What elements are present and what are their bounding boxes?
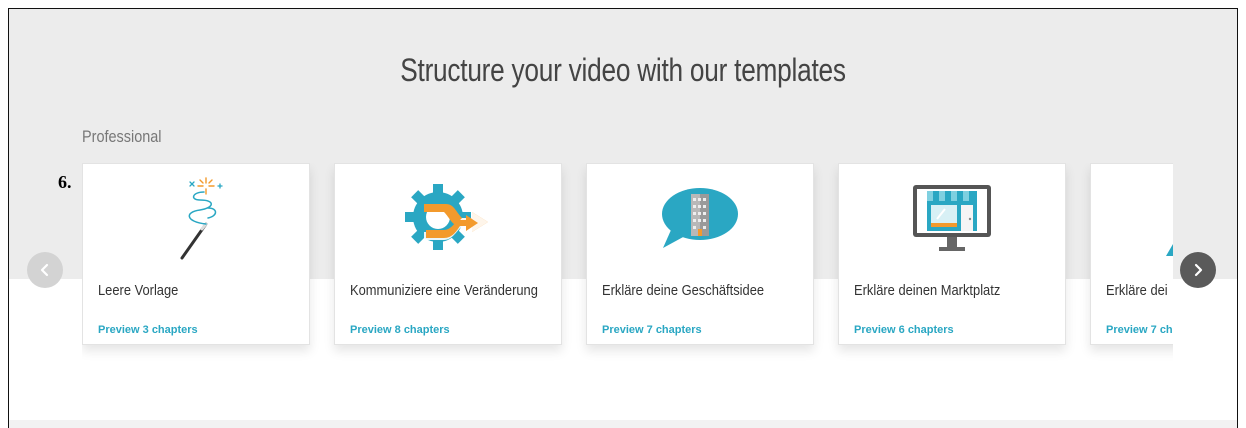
card-thumbnail bbox=[839, 164, 1065, 270]
gear-arrows-icon bbox=[405, 184, 488, 250]
card-thumbnail bbox=[335, 164, 561, 270]
preview-chapters-link[interactable]: Preview 7 ch bbox=[1106, 324, 1173, 336]
category-label: Professional bbox=[82, 127, 162, 146]
template-name: Kommuniziere eine Veränderung bbox=[350, 282, 538, 299]
magic-wand-icon bbox=[180, 177, 223, 260]
partial-icon bbox=[1166, 244, 1173, 256]
template-card-partial[interactable]: Erkläre dei Preview 7 ch bbox=[1090, 163, 1173, 345]
card-thumbnail bbox=[587, 164, 813, 270]
preview-chapters-link[interactable]: Preview 6 chapters bbox=[854, 324, 954, 336]
template-name: Erkläre deine Geschäftsidee bbox=[602, 282, 765, 299]
template-card-veraenderung[interactable]: Kommuniziere eine Veränderung Preview 8 … bbox=[334, 163, 562, 345]
template-card-marktplatz[interactable]: Erkläre deinen Marktplatz Preview 6 chap… bbox=[838, 163, 1066, 345]
template-name: Erkläre deinen Marktplatz bbox=[854, 282, 1001, 299]
template-name: Leere Vorlage bbox=[98, 282, 179, 299]
carousel-prev-button[interactable] bbox=[27, 252, 63, 288]
section-title: Structure your video with our templates bbox=[400, 52, 846, 88]
bottom-strip bbox=[9, 420, 1237, 428]
chevron-right-icon bbox=[1194, 263, 1203, 277]
preview-chapters-link[interactable]: Preview 3 chapters bbox=[98, 324, 198, 336]
template-card-geschaeftsidee[interactable]: Erkläre deine Geschäftsidee Preview 7 ch… bbox=[586, 163, 814, 345]
template-carousel: Leere Vorlage Preview 3 chapters Kommuni… bbox=[82, 163, 1173, 363]
template-card-leere-vorlage[interactable]: Leere Vorlage Preview 3 chapters bbox=[82, 163, 310, 345]
preview-chapters-link[interactable]: Preview 8 chapters bbox=[350, 324, 450, 336]
step-marker: 6. bbox=[58, 172, 72, 192]
carousel-next-button[interactable] bbox=[1180, 252, 1216, 288]
card-thumbnail bbox=[83, 164, 309, 270]
building-speech-bubble-icon bbox=[662, 188, 738, 248]
template-name: Erkläre dei bbox=[1106, 282, 1168, 299]
card-thumbnail bbox=[1091, 164, 1173, 270]
storefront-monitor-icon bbox=[913, 185, 991, 251]
preview-chapters-link[interactable]: Preview 7 chapters bbox=[602, 324, 702, 336]
chevron-left-icon bbox=[40, 263, 49, 277]
